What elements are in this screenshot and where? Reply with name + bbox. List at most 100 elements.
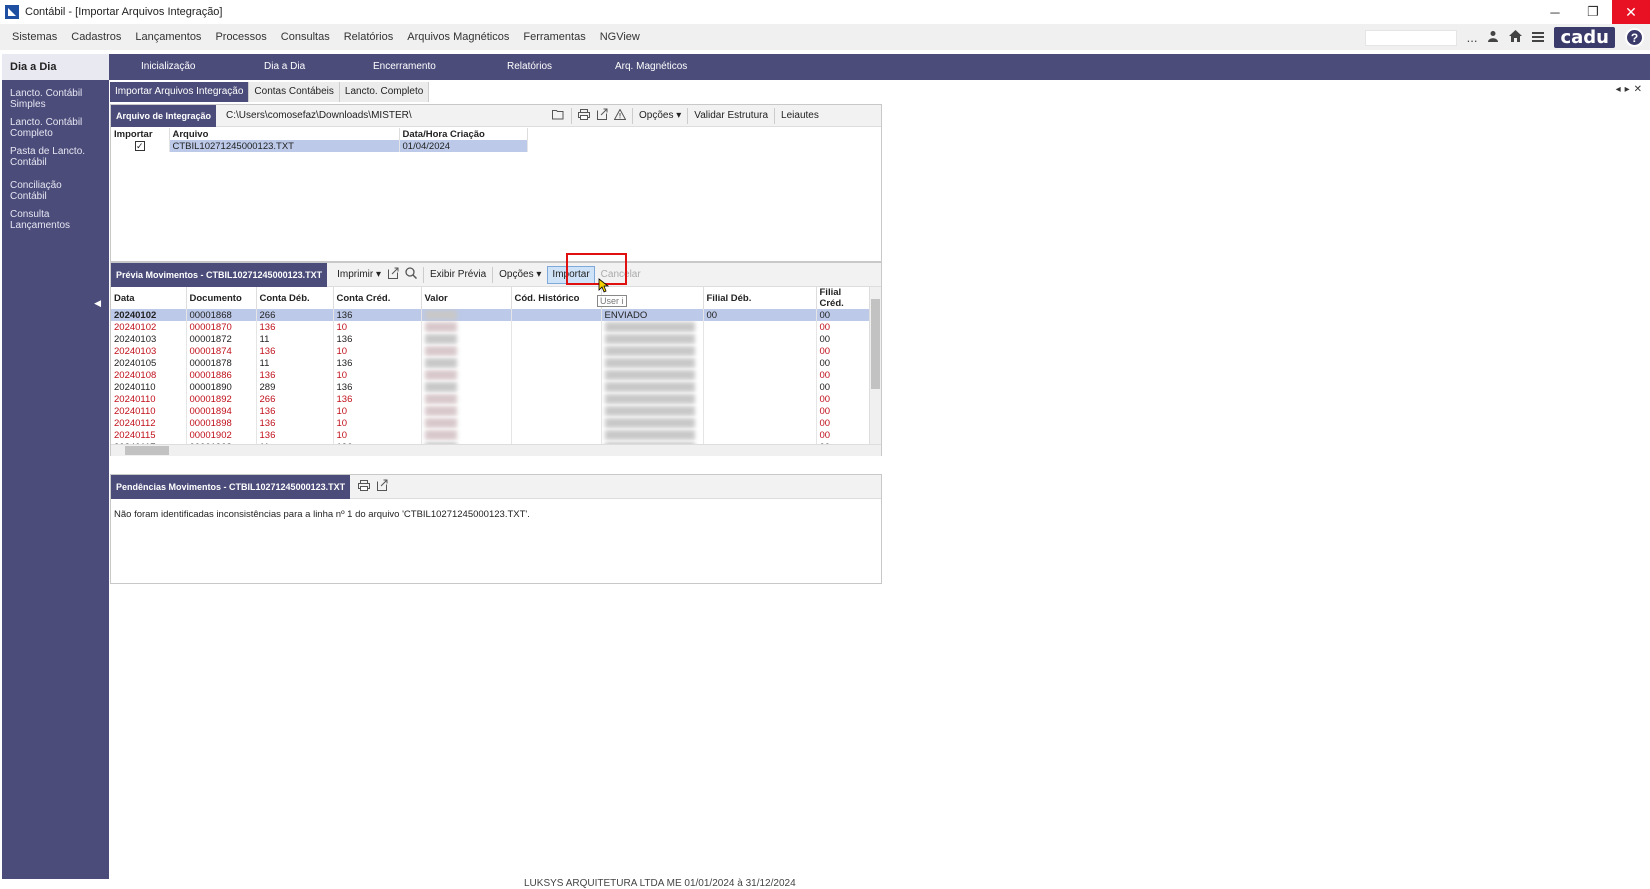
blurred-value xyxy=(424,321,457,332)
col-filial-cred[interactable]: Filial Créd. xyxy=(816,287,870,309)
cell-filial-cred: 00 xyxy=(816,321,870,333)
cell-documento: 00001902 xyxy=(186,429,257,441)
sidebar-collapse-icon[interactable]: ◀ xyxy=(94,298,101,309)
cell-conta-cred: 136 xyxy=(333,393,422,405)
export-icon[interactable] xyxy=(387,267,399,282)
import-highlight xyxy=(566,253,627,285)
restore-button[interactable]: ❐ xyxy=(1574,0,1612,24)
table-row[interactable]: 20240110 00001890 289 136 00 xyxy=(111,381,870,393)
nav-encerramento[interactable]: Encerramento xyxy=(373,54,436,80)
menu-ferramentas[interactable]: Ferramentas xyxy=(523,31,585,43)
menu-search-input[interactable] xyxy=(1364,29,1457,46)
scroll-thumb[interactable] xyxy=(871,299,880,389)
col-importar[interactable]: Importar xyxy=(111,128,170,140)
import-checkbox[interactable]: ✓ xyxy=(134,140,145,151)
cell-valor xyxy=(421,429,512,441)
cell-conta-deb: 266 xyxy=(256,309,334,321)
blurred-value xyxy=(604,393,695,404)
table-row[interactable]: 20240105 00001878 11 136 00 xyxy=(111,357,870,369)
warning-icon[interactable] xyxy=(613,107,627,123)
table-row[interactable]: 20240103 00001872 11 136 00 xyxy=(111,333,870,345)
open-folder-icon[interactable] xyxy=(552,109,565,123)
hamburger-menu-icon[interactable] xyxy=(1532,30,1545,45)
sidebar-header[interactable]: Dia a Dia xyxy=(2,54,109,80)
col-data-hora[interactable]: Data/Hora Criação xyxy=(399,128,528,140)
sidebar-item-lancto-simples[interactable]: Lancto. Contábil Simples xyxy=(2,84,109,113)
table-row[interactable]: 20240115 00001902 136 10 00 xyxy=(111,429,870,441)
table-row[interactable]: 20240110 00001892 266 136 00 xyxy=(111,393,870,405)
tab-contas-contabeis[interactable]: Contas Contábeis xyxy=(249,82,340,102)
export-icon[interactable] xyxy=(376,479,388,494)
layouts-button[interactable]: Leiautes xyxy=(781,110,819,121)
col-filial-deb[interactable]: Filial Déb. xyxy=(703,287,817,309)
menu-processos[interactable]: Processos xyxy=(215,31,266,43)
menu-lancamentos[interactable]: Lançamentos xyxy=(135,31,201,43)
user-icon[interactable] xyxy=(1487,30,1499,45)
tab-navigation-controls[interactable]: ◂▸✕ xyxy=(1616,84,1646,95)
tab-lancto-completo[interactable]: Lancto. Completo xyxy=(339,82,430,102)
tab-importar-arquivos[interactable]: Importar Arquivos Integração xyxy=(110,82,250,102)
col-cod-historico[interactable]: Cód. Histórico xyxy=(511,287,602,309)
search-icon[interactable] xyxy=(405,267,418,282)
table-row[interactable]: 20240108 00001886 136 10 00 xyxy=(111,369,870,381)
preview-panel: Prévia Movimentos - CTBIL10271245000123.… xyxy=(110,262,882,456)
sidebar-item-consulta-lancamentos[interactable]: Consulta Lançamentos xyxy=(2,205,109,231)
nav-relatorios[interactable]: Relatórios xyxy=(507,54,552,80)
integration-path-field[interactable]: C:\Users\comosefaz\Downloads\MISTER\ xyxy=(226,110,546,121)
table-row[interactable]: 20240102 00001870 136 10 00 xyxy=(111,321,870,333)
preview-options-dropdown[interactable]: Opções ▾ xyxy=(499,269,541,280)
table-row[interactable]: ✓ CTBIL10271245000123.TXT 01/04/2024 xyxy=(111,140,528,152)
cell-conta-cred: 10 xyxy=(333,417,422,429)
horizontal-scroll-thumb[interactable] xyxy=(125,446,169,455)
close-button[interactable]: ✕ xyxy=(1612,0,1650,24)
blurred-value xyxy=(424,381,457,392)
show-preview-button[interactable]: Exibir Prévia xyxy=(430,269,486,280)
cell-hidden xyxy=(601,429,704,441)
col-arquivo[interactable]: Arquivo xyxy=(169,128,400,140)
preview-horizontal-scrollbar[interactable] xyxy=(111,444,881,456)
blurred-value xyxy=(424,345,457,356)
col-conta-cred[interactable]: Conta Créd. xyxy=(333,287,422,309)
col-conta-deb[interactable]: Conta Déb. xyxy=(256,287,334,309)
search-options-button[interactable]: ... xyxy=(1467,30,1478,45)
sidebar-item-conciliacao[interactable]: Conciliação Contábil xyxy=(2,176,109,205)
col-data[interactable]: Data xyxy=(111,287,187,309)
menu-cadastros[interactable]: Cadastros xyxy=(71,31,121,43)
minimize-button[interactable]: ─ xyxy=(1536,0,1574,24)
table-row[interactable]: 20240103 00001874 136 10 00 xyxy=(111,345,870,357)
print-dropdown[interactable]: Imprimir ▾ xyxy=(337,269,381,280)
print-icon[interactable] xyxy=(358,479,371,494)
cell-conta-cred: 136 xyxy=(333,357,422,369)
sidebar-item-pasta-lancto[interactable]: Pasta de Lancto. Contábil xyxy=(2,142,109,176)
menu-relatorios[interactable]: Relatórios xyxy=(344,31,394,43)
table-row[interactable]: 20240110 00001894 136 10 00 xyxy=(111,405,870,417)
cell-conta-deb: 136 xyxy=(256,405,334,417)
preview-vertical-scrollbar[interactable] xyxy=(869,287,881,444)
menu-arquivos-magneticos[interactable]: Arquivos Magnéticos xyxy=(407,31,509,43)
options-dropdown[interactable]: Opções ▾ xyxy=(639,110,681,121)
table-row[interactable]: 20240112 00001898 136 10 00 xyxy=(111,417,870,429)
cell-cod-historico xyxy=(511,393,602,405)
nav-arq-magneticos[interactable]: Arq. Magnéticos xyxy=(615,54,687,80)
menu-consultas[interactable]: Consultas xyxy=(281,31,330,43)
cell-data: 20240102 xyxy=(111,309,187,321)
nav-dia-a-dia[interactable]: Dia a Dia xyxy=(264,54,305,80)
preview-label: Prévia Movimentos - CTBIL10271245000123.… xyxy=(111,262,328,287)
cell-valor xyxy=(421,333,512,345)
home-icon[interactable] xyxy=(1509,30,1523,45)
sidebar-item-lancto-completo[interactable]: Lancto. Contábil Completo xyxy=(2,113,109,142)
menu-ngview[interactable]: NGView xyxy=(600,31,640,43)
table-row[interactable]: 20240102 00001868 266 136 ENVIADO 00 00 xyxy=(111,309,870,321)
menu-sistemas[interactable]: Sistemas xyxy=(12,31,57,43)
print-icon[interactable] xyxy=(578,108,591,123)
export-icon[interactable] xyxy=(596,108,608,123)
cell-valor xyxy=(421,393,512,405)
validate-structure-button[interactable]: Validar Estrutura xyxy=(694,110,768,121)
col-valor[interactable]: Valor xyxy=(421,287,512,309)
cell-conta-cred: 10 xyxy=(333,405,422,417)
cell-filial-deb xyxy=(703,345,817,357)
help-icon[interactable]: ? xyxy=(1625,28,1644,47)
col-documento[interactable]: Documento xyxy=(186,287,257,309)
cell-conta-cred: 10 xyxy=(333,429,422,441)
nav-inicializacao[interactable]: Inicialização xyxy=(141,54,195,80)
